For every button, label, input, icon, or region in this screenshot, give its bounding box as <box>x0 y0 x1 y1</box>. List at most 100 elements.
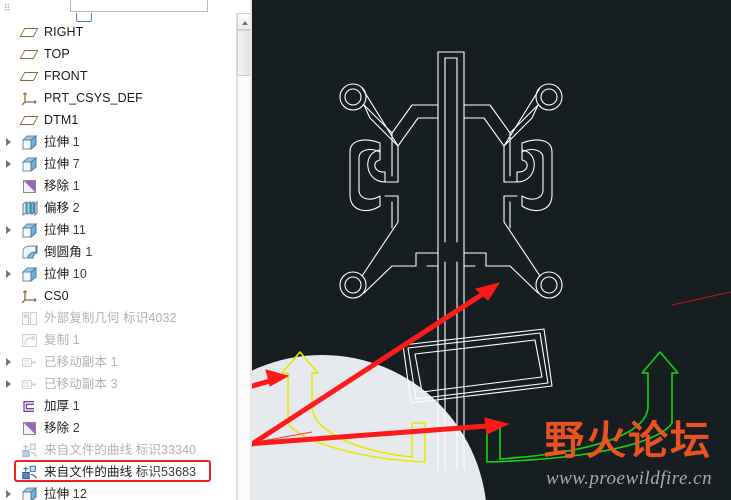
tree-item-20[interactable]: 来自文件的曲线 标识53683 <box>0 461 236 483</box>
tree-item-7[interactable]: 移除 1 <box>0 175 236 197</box>
expand-triangle-icon[interactable] <box>6 270 11 278</box>
tree-item-name: 复制 <box>44 333 70 347</box>
tree-item-name: 拉伸 <box>44 487 70 500</box>
datum-plane-icon <box>19 116 39 125</box>
tree-item-19[interactable]: 来自文件的曲线 标识33340 <box>0 439 236 461</box>
tree-item-label: 拉伸 7 <box>44 153 80 175</box>
tree-item-suffix: 11 <box>69 223 86 237</box>
tree-item-5[interactable]: 拉伸 1 <box>0 131 236 153</box>
tree-item-label: 倒圆角 1 <box>44 241 92 263</box>
tree-item-21[interactable]: 拉伸 12 <box>0 483 236 500</box>
viewport-graphics <box>252 51 731 500</box>
expand-triangle-icon[interactable] <box>6 490 11 498</box>
tree-item-icon <box>22 245 38 260</box>
tree-item-label: 拉伸 12 <box>44 483 87 500</box>
extrude-icon <box>22 157 38 172</box>
moved-copy-icon <box>22 358 37 367</box>
tree-item-icon <box>22 487 38 500</box>
tree-item-name: CS0 <box>44 289 69 303</box>
tree-item-13[interactable]: 外部复制几何 标识4032 <box>0 307 236 329</box>
tree-item-suffix: 7 <box>69 157 80 171</box>
coordinate-system-icon <box>22 290 37 304</box>
tree-item-name: 移除 <box>44 421 70 435</box>
tree-item-1[interactable]: TOP <box>0 43 236 65</box>
tree-item-16[interactable]: 已移动副本 3 <box>0 373 236 395</box>
tree-item-label: PRT_CSYS_DEF <box>44 87 143 109</box>
tree-item-icon <box>22 465 38 480</box>
tree-item-2[interactable]: FRONT <box>0 65 236 87</box>
graphics-viewport[interactable]: 野火论坛 www.proewildfire.cn <box>252 0 731 500</box>
tree-item-name: FRONT <box>44 69 88 83</box>
offset-icon <box>22 201 38 216</box>
panel-drag-handle-icon[interactable]: ⠿ <box>2 2 12 14</box>
tree-item-suffix: 1 <box>107 355 118 369</box>
application-window: ⠿ RIGHT TOP FRONT PRT_CSYS_DEF DTM1 拉伸 1 拉伸 7移… <box>0 0 731 500</box>
expand-triangle-icon[interactable] <box>6 138 11 146</box>
tree-item-label: 复制 1 <box>44 329 80 351</box>
tree-item-name: 拉伸 <box>44 267 70 281</box>
tree-item-name: 拉伸 <box>44 135 70 149</box>
moved-copy-icon <box>22 380 37 389</box>
tree-item-label: 外部复制几何 标识4032 <box>44 307 177 329</box>
tree-item-icon <box>22 377 38 392</box>
tree-item-suffix: 2 <box>69 201 80 215</box>
tree-item-name: 拉伸 <box>44 157 70 171</box>
tree-item-suffix: 3 <box>107 377 118 391</box>
tree-item-label: 拉伸 10 <box>44 263 87 285</box>
tree-item-12[interactable]: CS0 <box>0 285 236 307</box>
tree-item-icon <box>22 355 38 370</box>
tree-item-icon <box>19 47 39 62</box>
extrude-icon <box>22 487 38 500</box>
tree-item-icon <box>22 179 38 194</box>
tree-item-0[interactable]: RIGHT <box>0 21 236 43</box>
tree-item-15[interactable]: 已移动副本 1 <box>0 351 236 373</box>
thicken-icon <box>23 401 34 412</box>
tree-item-3[interactable]: PRT_CSYS_DEF <box>0 87 236 109</box>
tree-item-4[interactable]: DTM1 <box>0 109 236 131</box>
tree-item-label: CS0 <box>44 285 69 307</box>
tree-item-icon <box>19 69 39 84</box>
expand-triangle-icon[interactable] <box>6 380 11 388</box>
tree-item-6[interactable]: 拉伸 7 <box>0 153 236 175</box>
tree-item-icon <box>22 157 38 172</box>
expand-triangle-icon[interactable] <box>6 226 11 234</box>
tree-item-name: 偏移 <box>44 201 70 215</box>
tree-item-icon <box>22 333 38 348</box>
tree-item-icon <box>22 443 38 458</box>
tree-item-name: 倒圆角 <box>44 245 82 259</box>
expand-triangle-icon[interactable] <box>6 358 11 366</box>
expand-triangle-icon[interactable] <box>6 160 11 168</box>
curve-from-file-icon <box>22 443 38 458</box>
extrude-icon <box>22 135 38 150</box>
extrude-icon <box>22 223 38 238</box>
tree-item-name: 移除 <box>44 179 70 193</box>
tree-item-label: 拉伸 1 <box>44 131 80 153</box>
tree-item-icon <box>22 267 38 282</box>
tree-item-11[interactable]: 拉伸 10 <box>0 263 236 285</box>
tree-item-8[interactable]: 偏移 2 <box>0 197 236 219</box>
tree-item-name: 加厚 <box>44 399 70 413</box>
tree-item-suffix: 10 <box>69 267 87 281</box>
tree-item-name: DTM1 <box>44 113 79 127</box>
tree-item-10[interactable]: 倒圆角 1 <box>0 241 236 263</box>
tree-item-9[interactable]: 拉伸 11 <box>0 219 236 241</box>
curve-from-file-icon <box>22 465 38 480</box>
tree-item-17[interactable]: 加厚 1 <box>0 395 236 417</box>
tree-item-suffix: 标识4032 <box>119 311 177 325</box>
model-tree-list[interactable]: RIGHT TOP FRONT PRT_CSYS_DEF DTM1 拉伸 1 拉伸 7 移除 … <box>0 21 236 500</box>
tree-item-icon <box>19 113 39 128</box>
model-tree-search-row: ⠿ <box>0 0 252 20</box>
tree-item-18[interactable]: 移除 2 <box>0 417 236 439</box>
tree-item-suffix: 1 <box>81 245 93 259</box>
model-tree-panel: ⠿ RIGHT TOP FRONT PRT_CSYS_DEF DTM1 拉伸 1 拉伸 7移… <box>0 0 252 500</box>
tree-item-label: 加厚 1 <box>44 395 80 417</box>
tree-item-name: 来自文件的曲线 <box>44 465 133 479</box>
tree-item-14[interactable]: 复制 1 <box>0 329 236 351</box>
tree-item-name: PRT_CSYS_DEF <box>44 91 143 105</box>
green-rotation-arrow <box>486 351 679 463</box>
tree-item-icon <box>22 135 38 150</box>
external-copy-geometry-icon <box>22 312 37 325</box>
search-input[interactable] <box>70 0 208 12</box>
tree-item-icon <box>22 311 38 326</box>
tree-item-name: TOP <box>44 47 70 61</box>
